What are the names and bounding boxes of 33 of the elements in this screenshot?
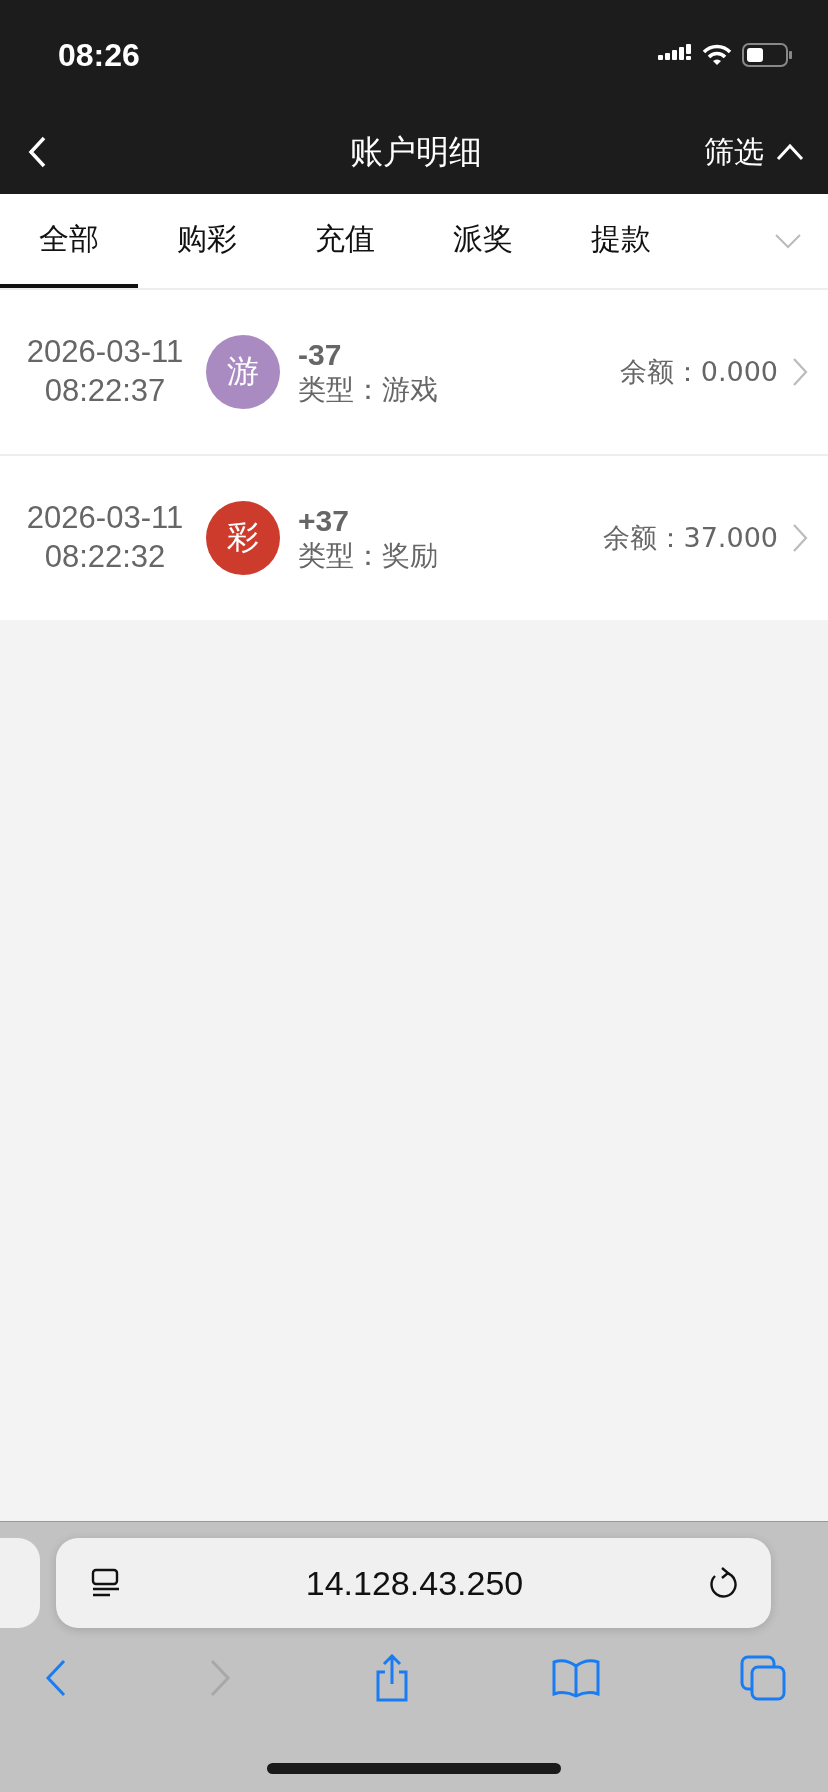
category-badge: 游 (206, 335, 280, 409)
reload-icon[interactable] (707, 1566, 739, 1600)
address-bar[interactable]: 14.128.43.250 (56, 1538, 771, 1628)
record-type: 类型：游戏 (298, 373, 438, 407)
record-balance: 余额：0.000 (619, 355, 778, 389)
chevron-down-icon[interactable] (774, 233, 802, 249)
previous-tab-card[interactable] (0, 1538, 40, 1628)
url-text: 14.128.43.250 (305, 1563, 524, 1603)
back-icon[interactable] (28, 135, 48, 169)
book-icon[interactable] (552, 1658, 600, 1698)
record-time: 08:22:37 (44, 372, 166, 410)
chevron-right-icon[interactable] (792, 523, 808, 553)
tab[interactable]: 购彩 (138, 194, 276, 288)
record-time: 08:22:32 (44, 538, 166, 576)
filter-button[interactable]: 筛选 (704, 131, 804, 173)
record-balance: 余额：37.000 (602, 521, 778, 555)
page-title: 账户明细 (350, 130, 482, 173)
record-type: 类型：奖励 (298, 539, 438, 573)
record-amount: -37 (298, 337, 343, 374)
tab[interactable]: 提款 (552, 194, 690, 288)
category-badge: 彩 (206, 501, 280, 575)
tab[interactable]: 派奖 (414, 194, 552, 288)
reader-icon[interactable] (90, 1567, 122, 1599)
chevron-up-icon (776, 143, 804, 161)
status-time: 08:26 (58, 36, 140, 74)
chevron-right-icon[interactable] (792, 357, 808, 387)
battery-icon (742, 43, 792, 67)
record-amount: +37 (298, 503, 350, 540)
tabs-icon[interactable] (740, 1655, 786, 1701)
record-date: 2026-03-11 (26, 499, 184, 538)
record-date: 2026-03-11 (26, 333, 184, 372)
wifi-icon (702, 44, 732, 66)
tab[interactable]: 充值 (276, 194, 414, 288)
